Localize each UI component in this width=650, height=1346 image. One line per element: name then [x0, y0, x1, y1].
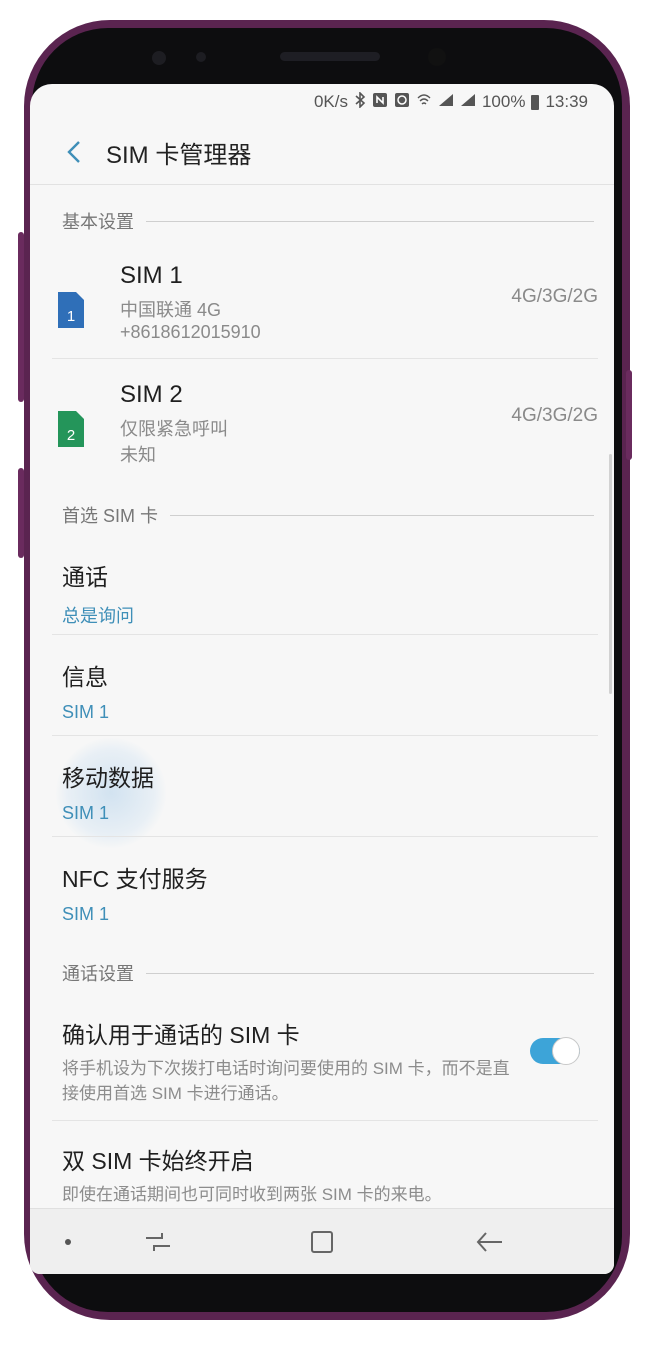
setting-title: 确认用于通话的 SIM 卡: [62, 1022, 300, 1048]
setting-dual-sim-always-on[interactable]: 双 SIM 卡始终开启 即使在通话期间也可同时收到两张 SIM 卡的来电。: [62, 1142, 582, 1207]
pref-item-nfc-payment[interactable]: NFC 支付服务 SIM 1: [62, 860, 582, 925]
battery-icon: [531, 94, 540, 110]
screen: 0K/s 100% 13:39 SIM 卡管理器 基本设置 1 SIM 1 中国…: [30, 84, 614, 1274]
front-camera-icon: [428, 48, 446, 66]
sim-item-2[interactable]: 2 SIM 2 仅限紧急呼叫 未知 4G/3G/2G: [52, 365, 598, 475]
clock: 13:39: [545, 92, 588, 111]
sim-carrier: 中国联通 4G: [120, 300, 222, 320]
divider: [52, 634, 598, 635]
cell-signal-icon: [460, 93, 476, 111]
sim-network-type: 4G/3G/2G: [511, 405, 598, 426]
earpiece-speaker: [280, 52, 380, 61]
svg-text:2: 2: [67, 427, 75, 444]
wifi-signal-icon: [416, 92, 432, 112]
alarm-icon: [394, 92, 410, 112]
pref-item-messages[interactable]: 信息 SIM 1: [62, 658, 582, 723]
sim-network-type: 4G/3G/2G: [511, 286, 598, 307]
section-header-basic: 基本设置: [62, 208, 594, 234]
sim-item-1[interactable]: 1 SIM 1 中国联通 4G +8618612015910 4G/3G/2G: [52, 246, 598, 356]
divider: [52, 358, 598, 359]
app-bar: SIM 卡管理器: [30, 120, 614, 185]
sim-card-icon: 2: [58, 411, 84, 447]
section-header-call-settings: 通话设置: [62, 960, 594, 986]
sim-name: SIM 1: [120, 262, 183, 289]
pref-item-calls[interactable]: 通话 总是询问: [62, 558, 582, 628]
network-speed: 0K/s: [313, 92, 348, 111]
page-title: SIM 卡管理器: [106, 141, 252, 169]
setting-description: 将手机设为下次拨打电话时询问要使用的 SIM 卡，而不是直接使用首选 SIM 卡…: [62, 1059, 510, 1103]
back-arrow-icon[interactable]: [54, 132, 94, 172]
pref-title: 移动数据: [62, 765, 154, 791]
section-header-preferred: 首选 SIM 卡: [62, 502, 594, 528]
navigation-bar: [30, 1208, 614, 1274]
sim-card-icon: 1: [58, 292, 84, 328]
pref-value: SIM 1: [62, 803, 110, 823]
divider: [52, 836, 598, 837]
battery-percent: 100%: [481, 92, 526, 111]
power-button: [626, 370, 632, 460]
divider: [146, 972, 594, 974]
svg-text:1: 1: [67, 308, 75, 325]
bixby-button: [18, 468, 24, 558]
pref-value: 总是询问: [62, 606, 134, 626]
status-bar: 0K/s 100% 13:39: [30, 84, 614, 120]
pref-title: 通话: [62, 564, 108, 590]
pref-title: NFC 支付服务: [62, 866, 208, 892]
sim-name: SIM 2: [120, 381, 183, 408]
divider: [146, 220, 594, 222]
volume-button: [18, 232, 24, 402]
divider: [52, 735, 598, 736]
pref-title: 信息: [62, 664, 108, 690]
section-label: 首选 SIM 卡: [62, 506, 159, 526]
recent-apps-icon[interactable]: [138, 1222, 178, 1262]
toggle-knob: [552, 1037, 580, 1065]
section-label: 通话设置: [62, 964, 134, 984]
setting-description: 即使在通话期间也可同时收到两张 SIM 卡的来电。: [62, 1185, 442, 1204]
pref-value: SIM 1: [62, 702, 110, 722]
divider: [52, 1120, 598, 1121]
setting-title: 双 SIM 卡始终开启: [62, 1148, 254, 1174]
nfc-icon: [372, 92, 388, 112]
scroll-indicator[interactable]: [609, 454, 612, 694]
confirm-sim-toggle[interactable]: [530, 1037, 580, 1065]
section-label: 基本设置: [62, 212, 134, 232]
back-icon[interactable]: [470, 1222, 510, 1262]
sim-status: 仅限紧急呼叫: [120, 419, 228, 439]
setting-confirm-sim[interactable]: 确认用于通话的 SIM 卡 将手机设为下次拨打电话时询问要使用的 SIM 卡，而…: [62, 1016, 582, 1106]
divider: [170, 514, 594, 516]
sim-number: 未知: [120, 445, 156, 465]
bluetooth-icon: [354, 91, 366, 112]
home-icon[interactable]: [302, 1222, 342, 1262]
sim-number: +8618612015910: [120, 322, 261, 342]
sensor-icon: [152, 51, 166, 65]
dot-icon[interactable]: [48, 1222, 88, 1262]
pref-item-mobile-data[interactable]: 移动数据 SIM 1: [62, 759, 582, 824]
pref-value: SIM 1: [62, 904, 110, 924]
sensor-icon: [196, 52, 206, 62]
cell-signal-icon: [438, 93, 454, 111]
